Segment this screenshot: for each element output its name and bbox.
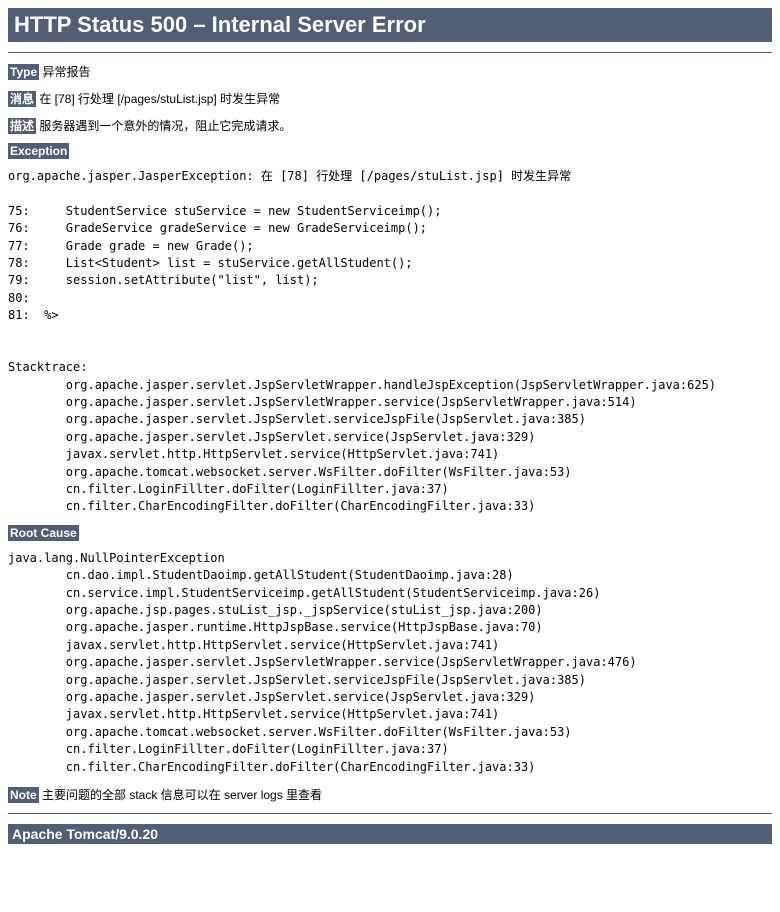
error-title: HTTP Status 500 – Internal Server Error [8,8,772,42]
rootcause-heading-row: Root Cause [8,526,772,540]
exception-label: Exception [8,143,69,159]
divider [8,52,772,53]
exception-stacktrace: org.apache.jasper.JasperException: 在 [78… [8,168,772,516]
type-label: Type [8,64,39,80]
description-label: 描述 [8,118,36,134]
message-label: 消息 [8,91,36,107]
type-text: 异常报告 [39,65,90,79]
exception-heading-row: Exception [8,144,772,158]
note-row: Note 主要问题的全部 stack 信息可以在 server logs 里查看 [8,786,772,803]
rootcause-label: Root Cause [8,525,79,541]
rootcause-stacktrace: java.lang.NullPointerException cn.dao.im… [8,550,772,776]
note-label: Note [8,787,39,803]
description-row: 描述 服务器遇到一个意外的情况，阻止它完成请求。 [8,117,772,134]
message-text: 在 [78] 行处理 [/pages/stuList.jsp] 时发生异常 [36,92,280,106]
type-row: Type 异常报告 [8,63,772,80]
message-row: 消息 在 [78] 行处理 [/pages/stuList.jsp] 时发生异常 [8,90,772,107]
note-text: 主要问题的全部 stack 信息可以在 server logs 里查看 [39,788,322,802]
description-text: 服务器遇到一个意外的情况，阻止它完成请求。 [36,119,291,133]
server-footer: Apache Tomcat/9.0.20 [8,824,772,844]
divider [8,813,772,814]
